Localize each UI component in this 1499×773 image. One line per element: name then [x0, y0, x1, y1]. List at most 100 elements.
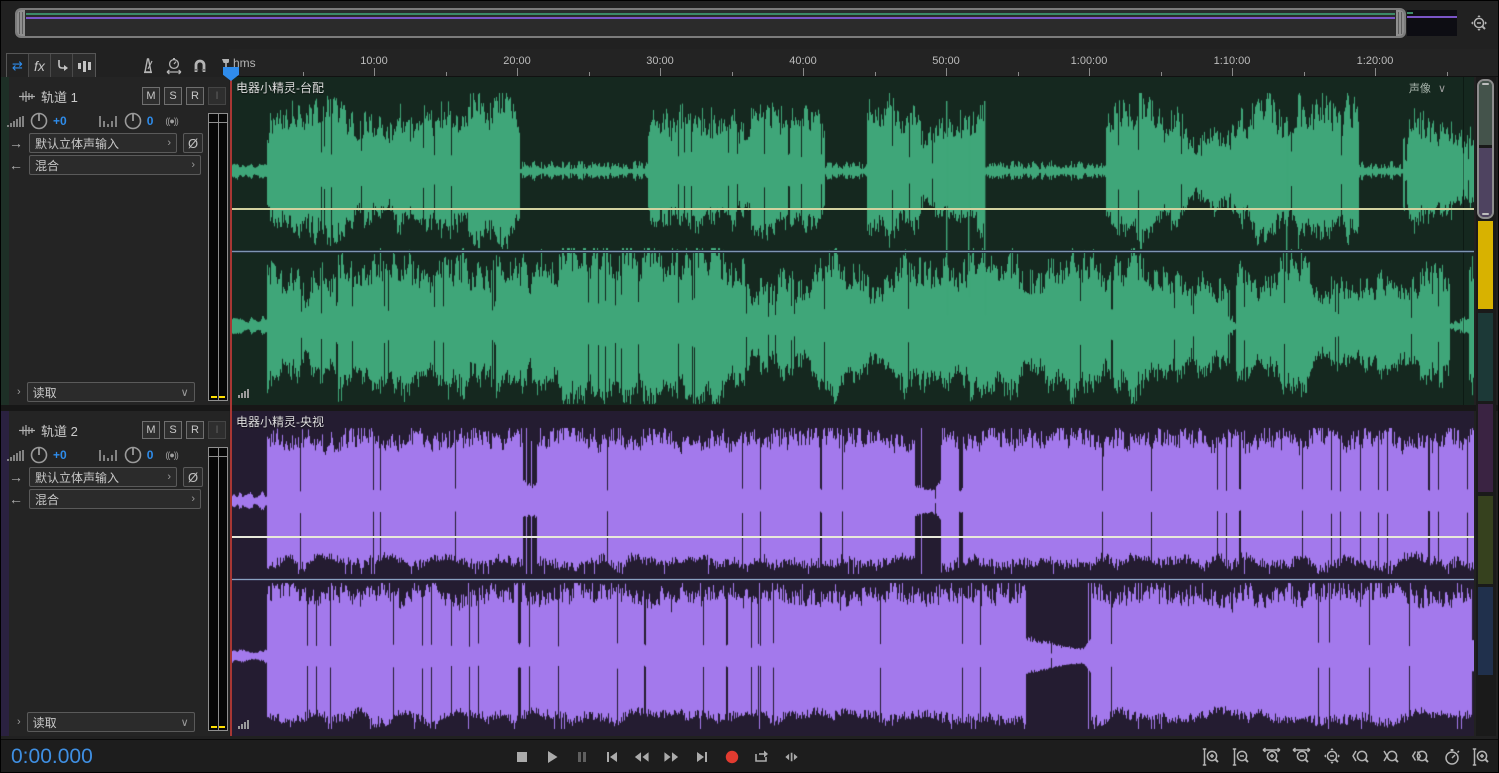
effects-rack-button[interactable]: fx [29, 54, 51, 78]
track2-knob-row: +0 0 ((●)) [7, 445, 178, 465]
track2-pan-knob[interactable] [123, 445, 143, 465]
zoom-to-in-point-button[interactable] [1351, 747, 1372, 767]
track1-phase-button[interactable]: Ø [183, 133, 203, 153]
scrollbar-track-segment[interactable] [1478, 221, 1493, 309]
ruler-minor-tick [732, 72, 733, 76]
view-toggle-button[interactable]: ⇄ [7, 54, 29, 78]
go-to-end-button[interactable] [693, 748, 710, 765]
zoom-reset-button[interactable] [1441, 747, 1462, 767]
track2-arm-button[interactable]: R [186, 421, 204, 439]
input-monitor-icon[interactable]: ((●)) [165, 116, 177, 126]
track2-input-select[interactable]: 默认立体声输入› [29, 467, 177, 487]
zoom-in-amplitude-button[interactable] [1201, 747, 1222, 767]
track2-monitor-button[interactable]: I [208, 421, 226, 439]
track1-clip-pan-dropdown[interactable]: 声像 ∨ [1409, 80, 1446, 96]
track2-input-row: → 默认立体声输入› Ø [9, 467, 203, 487]
track2-output-row: ← 混合› [9, 489, 201, 509]
expand-chevron-icon[interactable]: › [17, 386, 21, 398]
rewind-button[interactable] [633, 748, 650, 765]
stop-button[interactable] [513, 748, 530, 765]
navigator-right-handle[interactable] [1396, 10, 1404, 36]
zoom-full-button[interactable] [1471, 747, 1492, 767]
track1-volume-value[interactable]: +0 [53, 114, 67, 128]
track1-pan-envelope[interactable] [231, 250, 1474, 253]
skip-selection-button[interactable] [783, 748, 800, 765]
track2-name[interactable]: 轨道 2 [41, 421, 78, 440]
track2-clip[interactable]: 电器小精灵-央视 [231, 411, 1474, 736]
zoom-in-time-button[interactable] [1261, 747, 1282, 767]
track2-volume-knob[interactable] [29, 445, 49, 465]
zoom-to-selection-button[interactable] [1411, 747, 1432, 767]
track1-title-row: 轨道 1 [19, 87, 78, 106]
track-type-icon [19, 425, 35, 436]
track2-output-select[interactable]: 混合› [29, 489, 201, 509]
ruler-major-tick [803, 68, 804, 76]
ruler-major-tick [1232, 68, 1233, 76]
track2-waveform[interactable] [231, 411, 1474, 736]
track1-input-select[interactable]: 默认立体声输入› [29, 133, 177, 153]
track1-pan-knob[interactable] [123, 111, 143, 131]
track2-automation-value: 读取 [33, 714, 177, 731]
track1-arm-button[interactable]: R [186, 87, 204, 105]
input-arrow-icon: → [9, 469, 23, 485]
track1-output-select[interactable]: 混合› [29, 155, 201, 175]
track2-volume-value[interactable]: +0 [53, 448, 67, 462]
chevron-right-icon: › [191, 159, 195, 171]
time-display[interactable]: 0:00.000 [11, 745, 93, 769]
play-button[interactable] [543, 748, 560, 765]
track1-clip[interactable]: 电器小精灵-台配 声像 ∨ [231, 77, 1474, 405]
track2-pan-value[interactable]: 0 [147, 448, 154, 462]
expand-chevron-icon[interactable]: › [17, 716, 21, 728]
zoom-to-out-point-button[interactable] [1381, 747, 1402, 767]
track-scrollbar[interactable] [1476, 77, 1496, 736]
track1-waveform[interactable] [231, 77, 1474, 405]
ruler-minor-tick [1304, 72, 1305, 76]
track2-volume-envelope[interactable] [231, 536, 1474, 538]
track2-automation-select[interactable]: 读取∨ [27, 712, 195, 732]
track2-mute-button[interactable]: M [142, 421, 160, 439]
track1-volume-knob[interactable] [29, 111, 49, 131]
track1-knob-row: +0 0 ((●)) [7, 111, 178, 131]
loop-playback-button[interactable] [753, 748, 770, 765]
scrollbar-track-segment[interactable] [1478, 587, 1493, 675]
zoom-out-amplitude-button[interactable] [1231, 747, 1252, 767]
track1-solo-button[interactable]: S [164, 87, 182, 105]
pause-button[interactable] [573, 748, 590, 765]
fast-forward-button[interactable] [663, 748, 680, 765]
record-button[interactable] [723, 748, 740, 765]
metronome-icon[interactable] [139, 56, 157, 76]
scrollbar-track-segment[interactable] [1478, 496, 1493, 584]
playhead-line [230, 77, 232, 736]
routing-button[interactable] [51, 54, 73, 78]
track2-solo-button[interactable]: S [164, 421, 182, 439]
track1-automation-select[interactable]: 读取∨ [27, 382, 195, 402]
track1-volume-envelope[interactable] [231, 208, 1474, 210]
overview-navigator-bracket[interactable] [15, 8, 1406, 38]
zoom-navigate-icon[interactable] [1464, 10, 1492, 38]
timeline-ruler[interactable]: hms 10:0020:0030:0040:0050:001:00:001:10… [229, 49, 1499, 77]
track1-pan-value[interactable]: 0 [147, 114, 154, 128]
zoom-out-time-button[interactable] [1291, 747, 1312, 767]
track1-monitor-button[interactable]: I [208, 87, 226, 105]
volume-icon [7, 449, 25, 462]
go-to-start-button[interactable] [603, 748, 620, 765]
input-monitor-icon[interactable]: ((●)) [165, 450, 177, 460]
ruler-minor-tick [589, 72, 590, 76]
overview-offscreen-area [1407, 10, 1457, 36]
zoom-navigate-button[interactable] [1321, 747, 1342, 767]
thumb-grip-bottom[interactable] [1482, 213, 1489, 215]
scrollbar-track-segment[interactable] [1478, 313, 1493, 401]
track1-mute-button[interactable]: M [142, 87, 160, 105]
track2-pan-envelope[interactable] [231, 578, 1474, 581]
levels-button[interactable] [73, 54, 95, 78]
track2-phase-button[interactable]: Ø [183, 467, 203, 487]
track1-name[interactable]: 轨道 1 [41, 87, 78, 106]
scrollbar-track-segment[interactable] [1478, 404, 1493, 492]
navigator-left-handle[interactable] [17, 10, 25, 36]
track-scrollbar-thumb[interactable] [1477, 79, 1494, 219]
thumb-grip-top[interactable] [1482, 83, 1489, 85]
track1-automation-row: › 读取∨ [13, 382, 195, 402]
track1-clip-label: 电器小精灵-台配 [236, 79, 324, 96]
stopwatch-skip-icon[interactable] [165, 56, 183, 76]
snap-magnet-icon[interactable] [191, 56, 209, 76]
